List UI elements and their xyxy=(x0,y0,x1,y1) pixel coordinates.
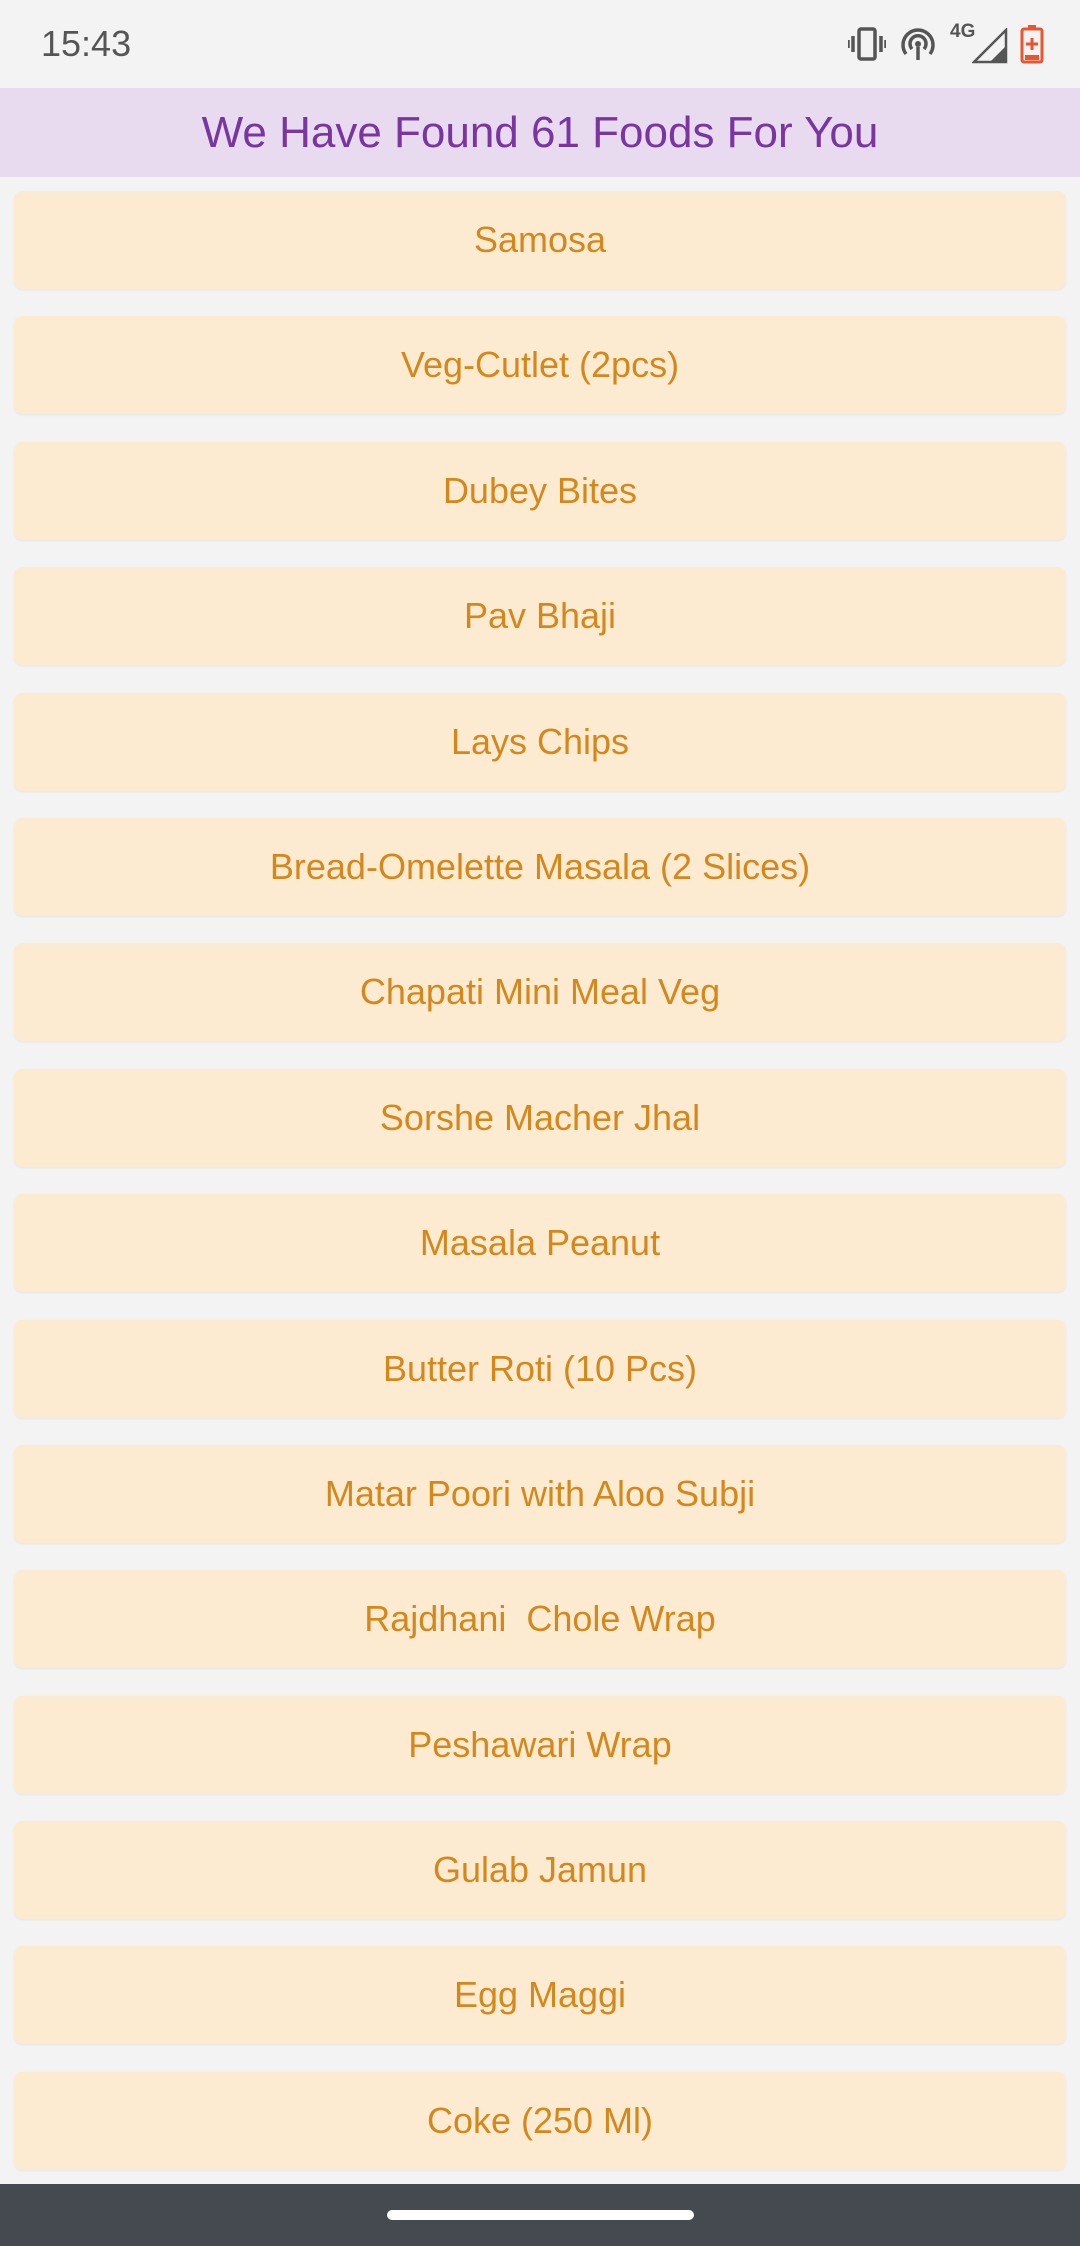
food-item[interactable]: Masala Peanut xyxy=(14,1194,1066,1293)
food-item-label: Rajdhani Chole Wrap xyxy=(364,1598,716,1640)
mobile-network-indicator: 4G xyxy=(950,22,1008,66)
vibrate-icon xyxy=(848,27,886,61)
navigation-bar xyxy=(0,2184,1080,2246)
status-bar: 15:43 4G xyxy=(0,0,1080,88)
food-item-label: Samosa xyxy=(473,219,607,260)
food-item[interactable]: Lays Chips xyxy=(14,692,1066,791)
results-title: We Have Found 61 Foods For You xyxy=(201,107,879,157)
food-item-label: Veg-Cutlet (2pcs) xyxy=(400,344,680,386)
food-item-label: Matar Poori with Aloo Subji xyxy=(324,1472,756,1514)
food-item[interactable]: Pav Bhaji xyxy=(14,567,1066,666)
food-item[interactable]: Rajdhani Chole Wrap xyxy=(14,1570,1066,1669)
food-item-label: Gulab Jamun xyxy=(432,1849,648,1891)
food-item-label: Bread-Omelette Masala (2 Slices) xyxy=(269,845,811,887)
food-item-label: Sorshe Macher Jhal xyxy=(379,1096,701,1138)
food-item[interactable]: Bread-Omelette Masala (2 Slices) xyxy=(14,817,1066,916)
food-item-label: Lays Chips xyxy=(450,720,630,762)
food-item[interactable]: Gulab Jamun xyxy=(14,1821,1066,1920)
food-item-label: Pav Bhaji xyxy=(463,595,617,637)
food-item[interactable]: Peshawari Wrap xyxy=(14,1695,1066,1794)
food-item-label: Chapati Mini Meal Veg xyxy=(359,971,721,1013)
food-item-label: Butter Roti (10 Pcs) xyxy=(382,1347,698,1389)
food-item-label: Egg Maggi xyxy=(453,1974,627,2016)
food-item[interactable]: Coke (250 Ml) xyxy=(14,2071,1066,2170)
food-item-label: Masala Peanut xyxy=(419,1222,661,1264)
results-header: We Have Found 61 Foods For You xyxy=(0,88,1080,177)
status-time: 15:43 xyxy=(41,23,132,64)
status-icons: 4G xyxy=(848,22,1044,66)
hotspot-icon xyxy=(901,28,935,60)
food-item[interactable]: Sorshe Macher Jhal xyxy=(14,1068,1066,1167)
food-item[interactable]: Veg-Cutlet (2pcs) xyxy=(14,316,1066,415)
food-item[interactable]: Matar Poori with Aloo Subji xyxy=(14,1444,1066,1543)
food-item[interactable]: Chapati Mini Meal Veg xyxy=(14,943,1066,1042)
signal-icon xyxy=(972,28,1008,64)
food-item[interactable]: Samosa xyxy=(14,191,1066,289)
food-item[interactable]: Dubey Bites xyxy=(14,441,1066,540)
battery-icon xyxy=(1020,25,1044,64)
food-item-label: Peshawari Wrap xyxy=(408,1723,672,1765)
food-item[interactable]: Butter Roti (10 Pcs) xyxy=(14,1319,1066,1418)
food-item[interactable]: Egg Maggi xyxy=(14,1946,1066,2045)
food-item-label: Coke (250 Ml) xyxy=(426,2099,654,2141)
home-indicator[interactable] xyxy=(387,2210,694,2220)
food-list: Samosa Veg-Cutlet (2pcs) Dubey Bites Pav… xyxy=(14,191,1066,2197)
food-item-label: Dubey Bites xyxy=(442,469,638,511)
